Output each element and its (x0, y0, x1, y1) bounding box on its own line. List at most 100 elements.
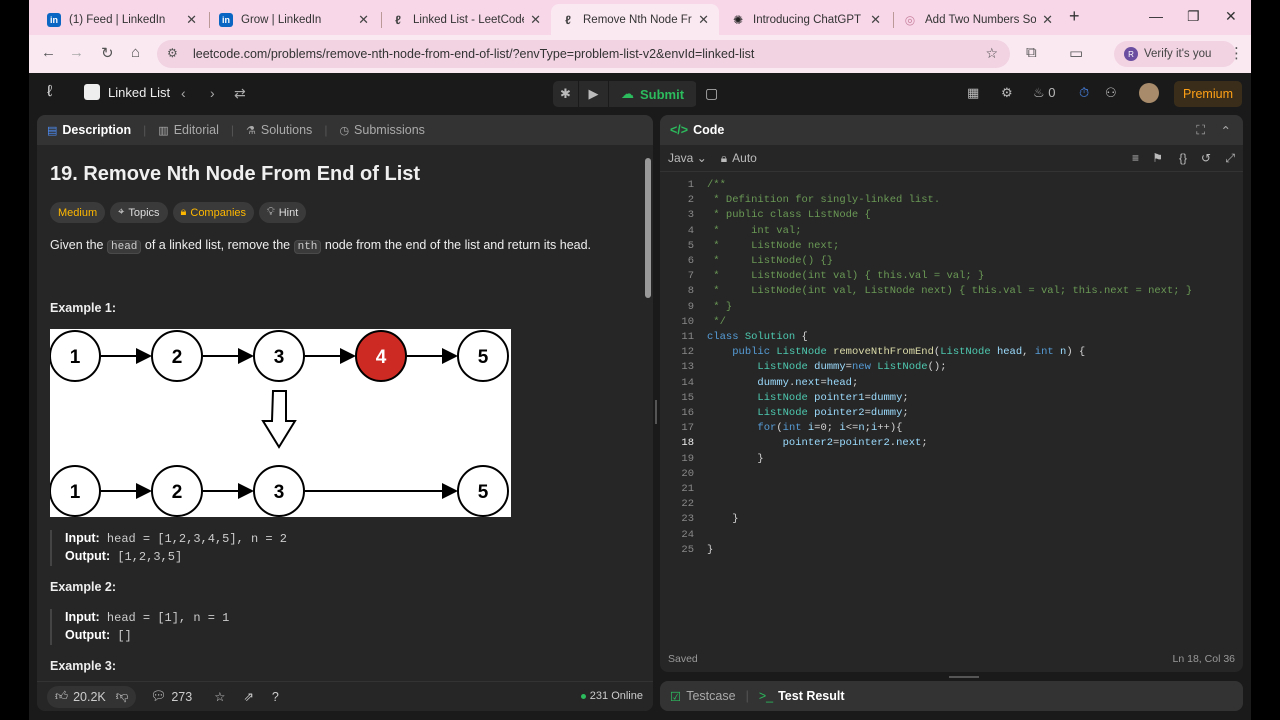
avatar[interactable] (1139, 83, 1159, 103)
submit-button[interactable]: ☁ Submit (609, 81, 698, 107)
star-icon[interactable]: ☆ (214, 689, 225, 704)
close-icon[interactable]: ✕ (530, 12, 541, 28)
extensions-icon[interactable]: ⧉ (1026, 44, 1037, 61)
code-line[interactable]: pointer2=pointer2.next; (707, 437, 928, 449)
code-line[interactable]: * Definition for singly-linked list. (707, 194, 940, 206)
reset-icon[interactable]: ↺ (1201, 151, 1211, 165)
url-text[interactable]: leetcode.com/problems/remove-nth-node-fr… (193, 47, 754, 61)
like-button[interactable]: 👍︎ 20.2K 👎︎ (47, 685, 137, 708)
code-line[interactable]: } (707, 453, 763, 465)
code-line[interactable]: class Solution { (707, 331, 808, 343)
home-icon[interactable]: ⌂ (131, 44, 140, 61)
premium-button[interactable]: Premium (1174, 81, 1242, 107)
line-number: 7 (687, 270, 694, 283)
browser-tab[interactable]: in Grow | LinkedIn ✕ (209, 4, 379, 35)
code-line[interactable]: * ListNode next; (707, 240, 839, 252)
close-icon[interactable]: ✕ (358, 12, 369, 28)
shuffle-icon[interactable]: ⇄ (234, 85, 246, 102)
tab-editorial[interactable]: ▥ Editorial (158, 123, 219, 137)
back-icon[interactable]: ← (41, 44, 56, 61)
profile-button[interactable]: R Verify it's you (1114, 41, 1236, 67)
code-line[interactable]: * ListNode(int val, ListNode next) { thi… (707, 285, 1192, 297)
companies-tag[interactable]: 🔒︎ Companies (172, 202, 255, 223)
run-icon[interactable]: ▶ (579, 81, 609, 107)
history-icon: ◷ (339, 124, 350, 137)
code-line[interactable]: * ListNode() {} (707, 255, 833, 267)
example-2-block: Input: head = [1], n = 1 Output: [] (50, 609, 640, 645)
tab-testcase[interactable]: Testcase (686, 689, 735, 703)
close-icon[interactable]: ✕ (698, 12, 709, 28)
scrollbar[interactable] (643, 145, 651, 681)
topics-tag[interactable]: ⌖ Topics (110, 202, 168, 223)
close-icon[interactable]: ✕ (870, 12, 881, 28)
bookmark-star-icon[interactable]: ☆ (985, 45, 998, 62)
browser-tab-active[interactable]: ℓ Remove Nth Node From ✕ (551, 4, 719, 35)
debug-icon[interactable]: ✱ (553, 81, 579, 107)
code-line[interactable]: } (707, 544, 713, 556)
code-line[interactable]: public ListNode removeNthFromEnd(ListNod… (707, 346, 1085, 358)
forward-icon[interactable]: → (69, 44, 84, 61)
bookmark-icon[interactable]: ⚑ (1152, 151, 1163, 165)
panel-resize-handle[interactable] (655, 400, 657, 424)
next-problem-icon[interactable]: › (210, 85, 215, 101)
problem-list-button[interactable]: Linked List (84, 84, 170, 100)
collapse-icon[interactable]: ⌃ (1221, 123, 1231, 138)
code-line[interactable]: for(int i=0; i<=n;i++){ (707, 422, 902, 434)
code-header: </> Code ⛶ ⌃ (660, 115, 1243, 145)
example-input: head = [1], n = 1 (106, 611, 230, 625)
cast-icon[interactable]: ▭ (1069, 44, 1083, 62)
browser-tab[interactable]: in (1) Feed | LinkedIn ✕ (37, 4, 207, 35)
browser-tab[interactable]: ◎ Add Two Numbers Solut ✕ (893, 4, 1063, 35)
add-user-icon[interactable]: ⚇ (1105, 85, 1117, 101)
code-line[interactable]: */ (707, 316, 726, 328)
comments-button[interactable]: 💬︎ 273 (150, 689, 192, 704)
braces-icon[interactable]: {} (1179, 151, 1187, 165)
layout-icon[interactable]: ▦ (967, 85, 979, 101)
code-line[interactable]: * int val; (707, 225, 801, 237)
tab-submissions[interactable]: ◷ Submissions (339, 123, 424, 137)
close-icon[interactable]: ✕ (1042, 12, 1053, 28)
language-select[interactable]: Java ⌄ (668, 151, 707, 165)
hint-tag[interactable]: 💡︎ Hint (259, 202, 307, 223)
share-icon[interactable]: ⇗ (243, 689, 253, 704)
tab-description[interactable]: ▤ Description (47, 123, 131, 137)
close-icon[interactable]: ✕ (186, 12, 197, 28)
tab-title: Remove Nth Node From (583, 13, 692, 26)
code-line[interactable]: ListNode pointer2=dummy; (707, 407, 908, 419)
code-line[interactable]: * } (707, 301, 732, 313)
timer-icon[interactable]: ⏱ (1079, 85, 1089, 101)
scrollbar-thumb[interactable] (645, 158, 651, 298)
notes-icon[interactable]: ▢ (705, 85, 718, 102)
code-editor[interactable]: 1 /** 2 * Definition for singly-linked lis… (660, 177, 1243, 647)
site-info-icon[interactable]: ⚙ (167, 46, 183, 62)
expand-icon[interactable]: ⤢ (1225, 151, 1235, 166)
panel-resize-handle[interactable] (949, 676, 979, 678)
code-line[interactable]: /** (707, 179, 726, 191)
code-line[interactable]: ListNode pointer1=dummy; (707, 392, 908, 404)
menu-icon[interactable]: ⋮ (1229, 44, 1244, 62)
help-icon[interactable]: ? (272, 690, 279, 704)
format-icon[interactable]: ≡ (1132, 151, 1139, 165)
code-line[interactable]: } (707, 513, 738, 525)
restore-icon[interactable]: ❐ (1187, 8, 1200, 25)
auto-mode[interactable]: 🔒︎ Auto (721, 151, 757, 166)
leetcode-logo-icon[interactable]: ℓ (47, 83, 67, 103)
maximize-icon[interactable]: ⛶ (1196, 123, 1205, 138)
tab-solutions[interactable]: ⚗ Solutions (246, 123, 312, 137)
code-line[interactable]: dummy.next=head; (707, 377, 858, 389)
gear-icon[interactable]: ⚙ (1001, 85, 1013, 101)
minimize-icon[interactable]: — (1149, 8, 1163, 24)
new-tab-button[interactable]: + (1069, 6, 1080, 27)
prev-problem-icon[interactable]: ‹ (181, 85, 186, 101)
reload-icon[interactable]: ↻ (101, 44, 114, 62)
window-close-icon[interactable]: ✕ (1225, 8, 1237, 25)
tab-test-result[interactable]: Test Result (778, 689, 844, 703)
thumbs-down-icon[interactable]: 👎︎ (116, 689, 129, 704)
code-line[interactable]: ListNode dummy=new ListNode(); (707, 361, 946, 373)
browser-tab[interactable]: ℓ Linked List - LeetCode ✕ (381, 4, 551, 35)
code-line[interactable]: * public class ListNode { (707, 209, 871, 221)
browser-tab[interactable]: ✺ Introducing ChatGPT | C ✕ (721, 4, 891, 35)
address-bar[interactable]: ⚙ leetcode.com/problems/remove-nth-node-… (157, 40, 1010, 68)
code-line[interactable]: * ListNode(int val) { this.val = val; } (707, 270, 984, 282)
streak-counter[interactable]: ♨ 0 (1033, 85, 1056, 101)
